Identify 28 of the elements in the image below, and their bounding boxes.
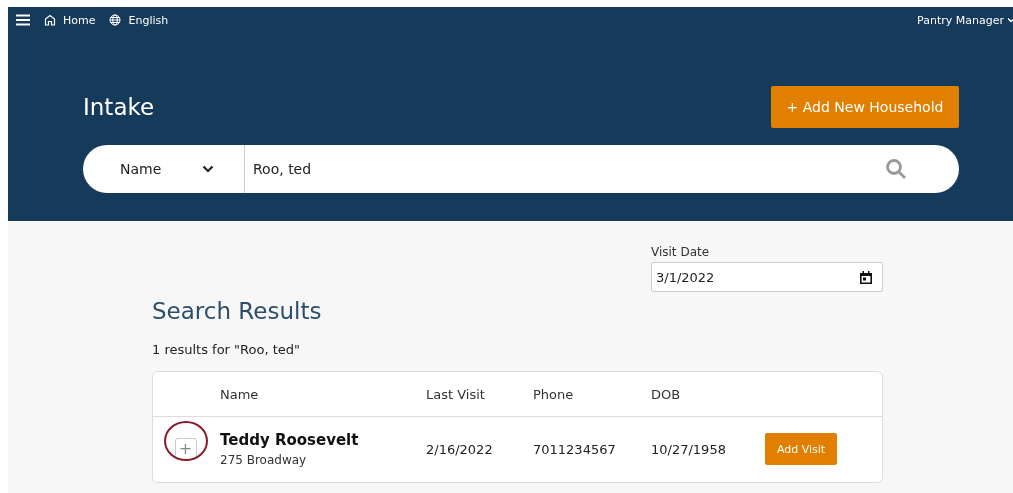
- visit-date-field[interactable]: 3/1/2022: [651, 262, 883, 292]
- language-link[interactable]: English: [109, 13, 169, 27]
- caret-icon: [1008, 17, 1013, 23]
- column-header: Last Visit: [426, 386, 486, 402]
- field-select[interactable]: Name: [83, 145, 245, 193]
- search-bar[interactable]: Name Roo, ted: [83, 145, 959, 193]
- household-name: Teddy Roosevelt: [220, 431, 359, 449]
- visit-date-label: Visit Date: [651, 245, 711, 259]
- results-summary: 1 results for "Roo, ted": [152, 342, 302, 357]
- calendar-icon[interactable]: [860, 270, 872, 284]
- column-header: Name: [220, 386, 260, 402]
- home-link[interactable]: Home: [44, 13, 96, 27]
- search-icon[interactable]: [885, 158, 907, 180]
- search-field[interactable]: Roo, ted: [245, 161, 885, 177]
- household-address: 275 Broadway: [220, 453, 307, 467]
- column-header: Phone: [533, 386, 575, 402]
- user-menu[interactable]: Pantry Manager: [917, 13, 1004, 27]
- chevron-down-icon: [202, 165, 214, 173]
- column-header: DOB: [651, 386, 682, 402]
- table-cell-text: 2/16/2022: [426, 441, 494, 457]
- results-heading: Search Results: [152, 298, 323, 324]
- menu-icon[interactable]: [16, 14, 30, 26]
- table-cell-text: 10/27/1958: [651, 441, 727, 457]
- home-icon: [44, 14, 56, 26]
- page-title: Intake: [83, 94, 155, 120]
- table-cell-text: 7011234567: [533, 441, 617, 457]
- expand-button[interactable]: +: [174, 438, 197, 460]
- globe-icon: [109, 14, 122, 26]
